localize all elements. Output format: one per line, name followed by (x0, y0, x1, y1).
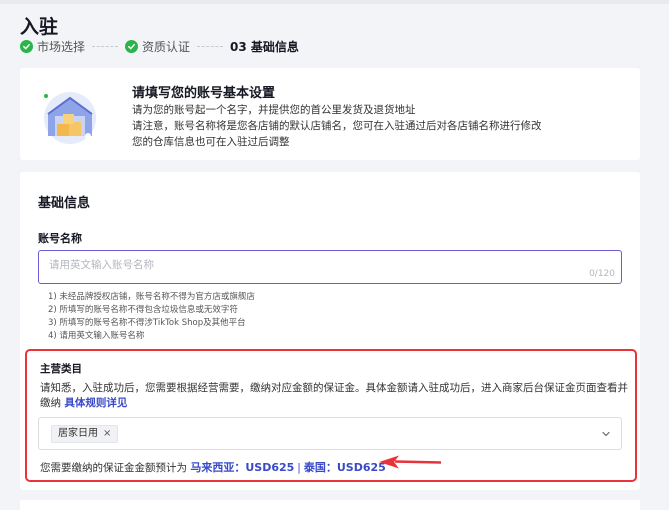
check-icon (20, 39, 33, 53)
deposit-separator: | (297, 462, 301, 474)
intro-title: 请填写您的账号基本设置 (132, 86, 276, 101)
deposit-prefix: 您需要缴纳的保证金金额预计为 (40, 462, 187, 474)
hint-item: 3) 所填写的账号名称不得涉TikTok Shop及其他平台 (48, 318, 246, 328)
hint-item: 2) 所填写的账号名称不得包含垃圾信息或无效字符 (48, 305, 238, 315)
check-icon (125, 39, 139, 53)
intro-line: 您的仓库信息也可在入驻过后调整 (132, 136, 290, 148)
step-market: 市场选择 (20, 38, 85, 55)
category-tag: 居家日用 × (51, 425, 119, 443)
hint-item: 1) 未经品牌授权店铺，账号名称不得为官方店或旗舰店 (48, 292, 255, 302)
account-name-label: 账号名称 (38, 232, 82, 245)
page-title: 入驻 (20, 16, 59, 38)
category-select[interactable]: 居家日用 × (38, 417, 622, 450)
close-icon[interactable]: × (103, 426, 111, 442)
annotation-arrow-icon (379, 455, 441, 469)
top-divider (0, 0, 669, 4)
deposit-malaysia: 马来西亚：USD625 (190, 461, 295, 474)
warehouse-icon (44, 92, 96, 144)
step-label: 资质认证 (142, 39, 191, 54)
rules-link[interactable]: 具体规则详见 (64, 397, 127, 409)
category-description: 请知悉，入驻成功后，您需要根据经营需要，缴纳对应金额的保证金。具体金额请入驻成功… (40, 381, 630, 411)
deposit-estimate: 您需要缴纳的保证金金额预计为 马来西亚：USD625 | 泰国：USD625 (40, 459, 386, 475)
account-name-input[interactable] (49, 259, 549, 271)
char-counter: 0/120 (589, 269, 615, 279)
step-separator (197, 45, 224, 47)
category-tag-label: 居家日用 (58, 428, 98, 439)
step-qualification: 资质认证 (125, 38, 190, 55)
chevron-down-icon[interactable] (601, 429, 611, 439)
step-label: 03 基础信息 (230, 39, 299, 54)
progress-steps: 市场选择 资质认证 03 基础信息 (20, 38, 299, 54)
step-label: 市场选择 (37, 39, 86, 54)
intro-card: 请填写您的账号基本设置 请为您的账号起一个名字，并提供您的首公里发货及退货地址 … (20, 68, 640, 160)
account-name-field[interactable]: 0/120 (38, 250, 622, 284)
basic-info-card: 基础信息 账号名称 0/120 1) 未经品牌授权店铺，账号名称不得为官方店或旗… (20, 172, 640, 490)
page: 入驻 市场选择 资质认证 03 基础信息 请填写您的账号基本设置 请为您的账号起… (0, 0, 669, 510)
hint-item: 4) 请用英文输入账号名称 (48, 331, 145, 341)
section-title: 基础信息 (38, 196, 91, 211)
step-separator (92, 45, 119, 47)
category-description-text: 请知悉，入驻成功后，您需要根据经营需要，缴纳对应金额的保证金。具体金额请入驻成功… (40, 382, 628, 409)
intro-line: 请为您的账号起一个名字，并提供您的首公里发货及退货地址 (132, 104, 416, 116)
category-label: 主营类目 (40, 363, 82, 375)
step-basic-info: 03 基础信息 (230, 38, 299, 55)
intro-line: 请注意，账号名称将是您各店铺的默认店铺名，您可在入驻通过后对各店铺名称进行修改 (132, 120, 542, 132)
main-category-section: 主营类目 请知悉，入驻成功后，您需要根据经营需要，缴纳对应金额的保证金。具体金额… (25, 349, 637, 482)
deposit-thailand: 泰国：USD625 (303, 461, 386, 474)
next-card (20, 500, 640, 510)
